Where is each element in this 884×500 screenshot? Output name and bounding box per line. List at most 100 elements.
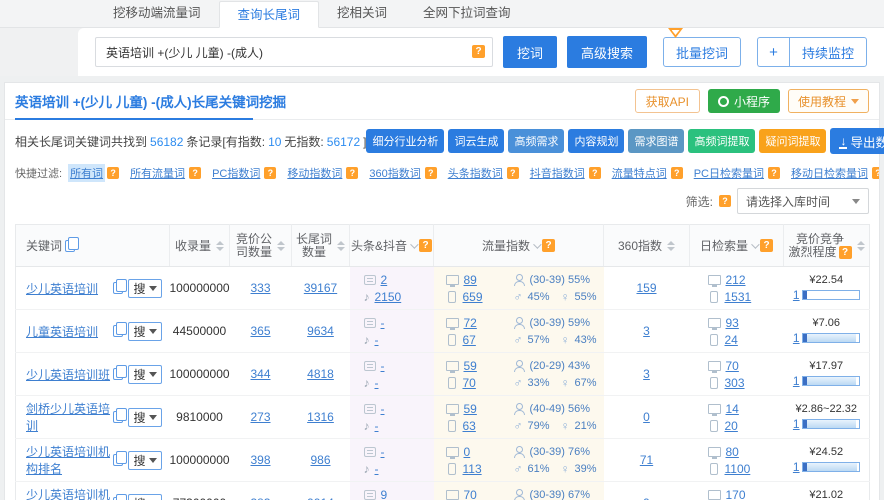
daily-pc-link[interactable]: 212	[726, 273, 746, 287]
sort-icon[interactable]	[337, 241, 345, 251]
action-button-5[interactable]: 需求图谱	[628, 129, 684, 153]
mobile-index-link[interactable]: 63	[463, 419, 476, 433]
mobile-index-link[interactable]: 659	[463, 290, 483, 304]
action-button-4[interactable]: 内容规划	[568, 129, 624, 153]
daily-mobile-link[interactable]: 20	[725, 419, 738, 433]
index-360-link[interactable]: 159	[636, 281, 656, 295]
search-dropdown-button[interactable]: 搜	[128, 322, 161, 341]
bid-companies-link[interactable]: 333	[250, 281, 270, 295]
index-360-link[interactable]: 3	[643, 367, 650, 381]
pc-index-link[interactable]: 70	[464, 488, 477, 500]
sort-icon[interactable]	[277, 241, 285, 251]
help-icon[interactable]: ?	[872, 167, 879, 179]
tutorial-button[interactable]: 使用教程	[788, 89, 869, 113]
dig-words-button[interactable]: 挖词	[503, 36, 557, 68]
keyword-link[interactable]: 剑桥少儿英语培训	[26, 400, 113, 434]
bid-companies-link[interactable]: 344	[250, 367, 270, 381]
longtail-count-link[interactable]: 4818	[307, 367, 334, 381]
action-button-6[interactable]: 高频词提取	[688, 129, 755, 153]
douyin-index-link[interactable]: -	[375, 462, 379, 476]
pc-index-link[interactable]: 0	[464, 445, 471, 459]
search-dropdown-button[interactable]: 搜	[128, 279, 161, 298]
index-360-link[interactable]: 0	[643, 410, 650, 424]
keyword-input[interactable]	[95, 37, 493, 67]
action-button-1[interactable]: 细分行业分析	[366, 129, 444, 153]
filter-link[interactable]: 360指数词	[367, 164, 422, 182]
search-dropdown-button[interactable]: 搜	[128, 365, 161, 384]
daily-mobile-link[interactable]: 303	[725, 376, 745, 390]
copy-icon[interactable]	[113, 411, 123, 423]
longtail-count-link[interactable]: 39167	[304, 281, 337, 295]
tab-4[interactable]: 全网下拉词查询	[405, 0, 529, 27]
daily-pc-link[interactable]: 80	[726, 445, 739, 459]
keyword-link[interactable]: 少儿英语培训机构排名	[26, 443, 113, 477]
bid-companies-link[interactable]: 365	[250, 324, 270, 338]
daily-mobile-link[interactable]: 1100	[725, 462, 751, 476]
filter-link[interactable]: 所有词	[68, 164, 105, 182]
tab-1[interactable]: 挖移动端流量词	[95, 0, 219, 27]
filter-link[interactable]: 流量特点词	[610, 164, 669, 182]
action-button-7[interactable]: 疑问词提取	[759, 129, 826, 153]
help-icon[interactable]: ?	[542, 239, 555, 252]
filter-link[interactable]: PC日检索量词	[692, 164, 766, 182]
filter-link[interactable]: 所有流量词	[128, 164, 187, 182]
help-icon[interactable]: ?	[671, 167, 683, 179]
miniprogram-button[interactable]: 小程序	[708, 89, 780, 113]
get-api-button[interactable]: 获取API	[635, 89, 700, 113]
daily-mobile-link[interactable]: 24	[725, 333, 738, 347]
add-monitor-button[interactable]: +	[757, 37, 789, 67]
chevron-down-icon[interactable]	[533, 240, 541, 248]
toutiao-index-link[interactable]: -	[381, 359, 385, 373]
sort-icon[interactable]	[667, 241, 675, 251]
help-icon[interactable]: ?	[589, 167, 601, 179]
pc-index-link[interactable]: 72	[464, 316, 477, 330]
help-icon[interactable]: ?	[760, 239, 773, 252]
keyword-link[interactable]: 少儿英语培训	[26, 280, 98, 297]
help-icon[interactable]: ?	[189, 167, 201, 179]
toutiao-index-link[interactable]: 2	[381, 273, 388, 287]
help-icon[interactable]: ?	[346, 167, 358, 179]
sort-icon[interactable]	[857, 241, 865, 251]
help-icon[interactable]: ?	[768, 167, 780, 179]
competition-level-link[interactable]: 1	[793, 374, 800, 388]
batch-dig-button[interactable]: 批量挖词	[663, 37, 741, 67]
longtail-count-link[interactable]: 1316	[307, 410, 334, 424]
index-360-link[interactable]: 3	[643, 324, 650, 338]
competition-level-link[interactable]: 1	[793, 331, 800, 345]
keyword-link[interactable]: 儿童英语培训	[26, 323, 98, 340]
douyin-index-link[interactable]: -	[375, 333, 379, 347]
tab-2[interactable]: 查询长尾词	[219, 1, 320, 28]
copy-icon[interactable]	[113, 325, 123, 337]
longtail-count-link[interactable]: 9634	[307, 324, 334, 338]
mobile-index-link[interactable]: 70	[463, 376, 476, 390]
tab-3[interactable]: 挖相关词	[319, 0, 405, 27]
daily-pc-link[interactable]: 70	[726, 359, 739, 373]
help-icon[interactable]: ?	[419, 239, 432, 252]
longtail-count-link[interactable]: 986	[310, 453, 330, 467]
sort-icon[interactable]	[216, 241, 224, 251]
search-dropdown-button[interactable]: 搜	[128, 451, 161, 470]
douyin-index-link[interactable]: -	[375, 419, 379, 433]
douyin-index-link[interactable]: 2150	[375, 290, 402, 304]
help-icon[interactable]: ?	[839, 246, 852, 259]
mobile-index-link[interactable]: 67	[463, 333, 476, 347]
competition-level-link[interactable]: 1	[793, 288, 800, 302]
longtail-count-link[interactable]: 9914	[307, 496, 334, 500]
daily-pc-link[interactable]: 14	[726, 402, 739, 416]
pc-index-link[interactable]: 59	[464, 359, 477, 373]
search-dropdown-button[interactable]: 搜	[128, 494, 161, 500]
filter-link[interactable]: PC指数词	[210, 164, 262, 182]
filter-link[interactable]: 头条指数词	[446, 164, 505, 182]
advanced-search-button[interactable]: 高级搜索	[567, 36, 647, 68]
daily-pc-link[interactable]: 170	[726, 488, 746, 500]
action-button-2[interactable]: 词云生成	[448, 129, 504, 153]
competition-level-link[interactable]: 1	[793, 460, 800, 474]
action-button-3[interactable]: 高频需求	[508, 129, 564, 153]
index-360-link[interactable]: 71	[640, 453, 653, 467]
help-icon[interactable]: ?	[107, 167, 119, 179]
help-icon[interactable]: ?	[507, 167, 519, 179]
pc-index-link[interactable]: 59	[464, 402, 477, 416]
help-icon[interactable]: ?	[425, 167, 437, 179]
filter-link[interactable]: 移动指数词	[285, 164, 344, 182]
competition-level-link[interactable]: 1	[793, 417, 800, 431]
